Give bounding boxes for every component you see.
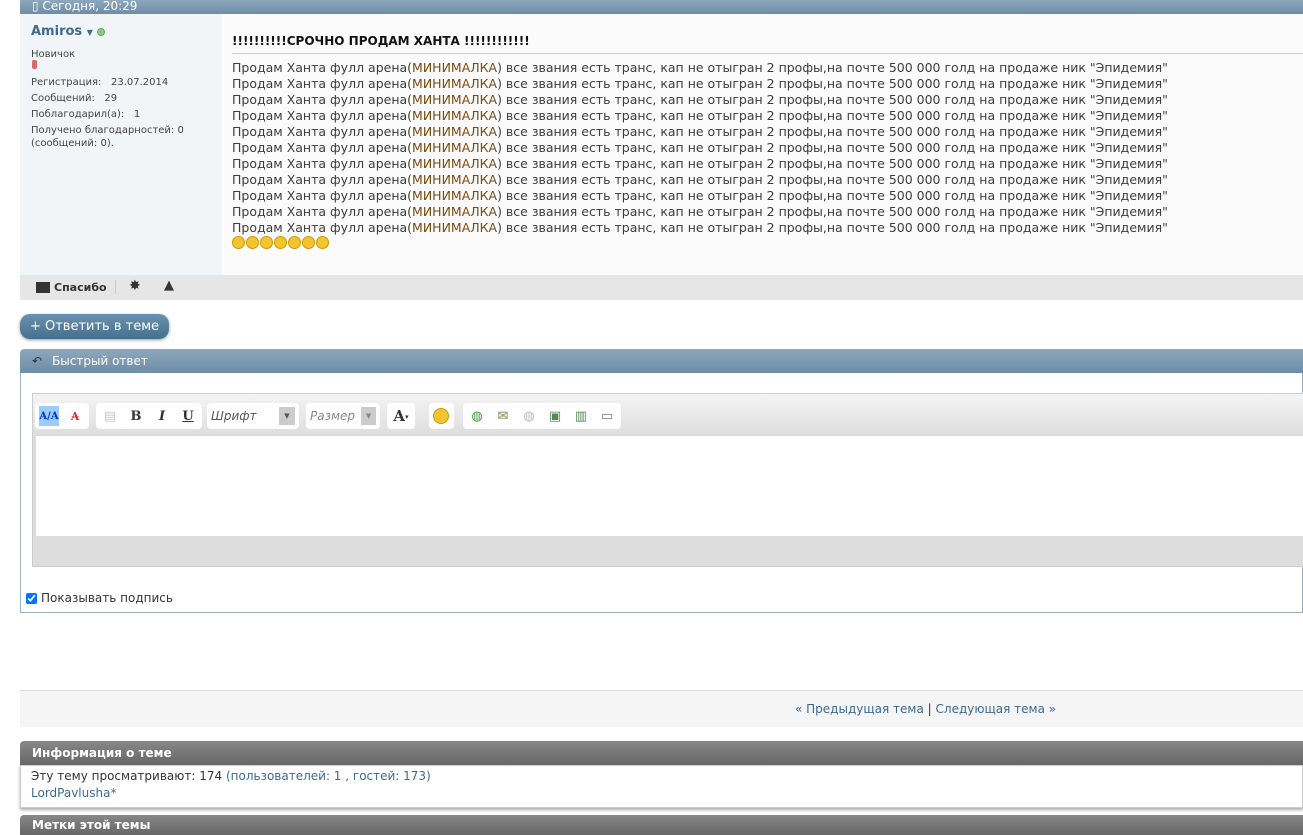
email-icon[interactable]: ✉ bbox=[493, 406, 513, 426]
post-line: Продам Ханта фулл арена(МИНИМАЛКА) все з… bbox=[232, 60, 1168, 75]
post-body: !!!!!!!!!!СРОЧНО ПРОДАМ ХАНТА !!!!!!!!!!… bbox=[222, 14, 1303, 275]
viewers-detail: (пользователей: 1 , гостей: 173) bbox=[225, 769, 431, 783]
post-line: Продам Ханта фулл арена(МИНИМАЛКА) все з… bbox=[232, 156, 1168, 171]
post-line: Продам Ханта фулл арена(МИНИМАЛКА) все з… bbox=[232, 220, 1168, 235]
received-thanks: Получено благодарностей: 0 bbox=[31, 125, 184, 136]
reg-value: 23.07.2014 bbox=[110, 77, 169, 88]
post-line: Продам Ханта фулл арена(МИНИМАЛКА) все з… bbox=[232, 188, 1168, 203]
thanked-count: Поблагодарил(а): 1 bbox=[31, 109, 140, 120]
document-icon: ▯ bbox=[32, 0, 43, 13]
quote-icon[interactable]: ▭ bbox=[597, 406, 617, 426]
quick-reply-header: ↶ Быстрый ответ bbox=[20, 349, 1303, 373]
smiley-icon bbox=[232, 236, 245, 249]
underline-button[interactable]: U bbox=[178, 406, 198, 426]
post-line: Продам Ханта фулл арена(МИНИМАЛКА) все з… bbox=[232, 108, 1168, 123]
font-select[interactable]: Шрифт bbox=[211, 409, 257, 423]
smiley-row bbox=[232, 236, 1168, 253]
star-icon[interactable]: ✸ bbox=[129, 278, 141, 294]
remove-format-icon[interactable]: A̶ bbox=[65, 406, 85, 426]
received-thanks-posts: (сообщений: 0). bbox=[31, 138, 114, 149]
thanks-label: Спасибо bbox=[54, 281, 107, 294]
image-icon[interactable]: ▣ bbox=[545, 406, 565, 426]
chevron-down-icon[interactable]: ▼ bbox=[361, 407, 376, 425]
posts-value: 29 bbox=[104, 93, 118, 104]
chevron-down-icon[interactable]: ▼ bbox=[279, 407, 295, 425]
divider bbox=[115, 280, 116, 294]
viewer-user-link[interactable]: LordPavlusha* bbox=[21, 786, 1302, 800]
post-text: Продам Ханта фулл арена(МИНИМАЛКА) все з… bbox=[232, 60, 1168, 253]
user-rank: Новичок bbox=[31, 49, 76, 60]
smiley-icon[interactable] bbox=[433, 408, 449, 424]
smiley-icon bbox=[246, 236, 259, 249]
thanked-value: 1 bbox=[133, 109, 141, 120]
post-footer: Спасибо ✸ ▲ bbox=[20, 275, 1303, 300]
post-line: Продам Ханта фулл арена(МИНИМАЛКА) все з… bbox=[232, 124, 1168, 139]
posts-label: Сообщений: bbox=[31, 93, 95, 104]
dropdown-icon[interactable]: ▼ bbox=[87, 28, 93, 37]
italic-button[interactable]: I bbox=[152, 406, 172, 426]
viewers-label: Эту тему просматривают: bbox=[31, 769, 196, 783]
username-link[interactable]: Amiros bbox=[31, 24, 82, 39]
video-icon[interactable]: ▥ bbox=[571, 406, 591, 426]
unlink-icon[interactable]: ◍ bbox=[519, 406, 539, 426]
show-signature-label: Показывать подпись bbox=[41, 591, 173, 605]
post-count: Сообщений: 29 bbox=[31, 93, 117, 104]
switch-mode-icon[interactable]: A/A bbox=[39, 406, 59, 426]
smiley-icon bbox=[274, 236, 287, 249]
size-select[interactable]: Размер bbox=[310, 409, 355, 423]
editor: A/A A̶ ▤ B I U Шрифт ▼ Размер ▼ A ▾ ◍ ✉ ◍ ▣ ▥ ▭ bbox=[32, 393, 1303, 567]
prev-topic-link[interactable]: « Предыдущая тема bbox=[795, 702, 924, 716]
smiley-icon bbox=[288, 236, 301, 249]
quick-reply-box: A/A A̶ ▤ B I U Шрифт ▼ Размер ▼ A ▾ ◍ ✉ ◍ ▣ ▥ ▭ Пока… bbox=[20, 373, 1303, 613]
viewers-count: 174 bbox=[199, 769, 223, 783]
topic-tags-header: Метки этой темы bbox=[20, 815, 1303, 835]
bold-button[interactable]: B bbox=[126, 406, 146, 426]
reg-label: Регистрация: bbox=[31, 77, 102, 88]
reputation-bar bbox=[32, 60, 37, 69]
post-date: Сегодня, 20:29 bbox=[42, 0, 138, 13]
editor-toolbar: A/A A̶ ▤ B I U Шрифт ▼ Размер ▼ A ▾ ◍ ✉ ◍ ▣ ▥ ▭ bbox=[33, 394, 1303, 436]
warning-icon[interactable]: ▲ bbox=[164, 278, 174, 293]
reg-date: Регистрация: 23.07.2014 bbox=[31, 77, 168, 88]
post-line: Продам Ханта фулл арена(МИНИМАЛКА) все з… bbox=[232, 92, 1168, 107]
topic-info-body: Эту тему просматривают: 174 (пользовател… bbox=[20, 765, 1303, 808]
reply-button[interactable]: + Ответить в теме bbox=[20, 314, 169, 339]
checkbox[interactable] bbox=[26, 592, 37, 604]
post-line: Продам Ханта фулл арена(МИНИМАЛКА) все з… bbox=[232, 140, 1168, 155]
show-signature-checkbox[interactable]: Показывать подпись bbox=[26, 591, 173, 605]
smiley-icon bbox=[260, 236, 273, 249]
thumbs-up-icon bbox=[36, 282, 50, 293]
reply-arrow-icon: ↶ bbox=[32, 354, 43, 368]
next-topic-link[interactable]: Следующая тема » bbox=[936, 702, 1057, 716]
message-textarea[interactable] bbox=[36, 436, 1303, 536]
paste-icon[interactable]: ▤ bbox=[100, 406, 120, 426]
online-status-icon bbox=[96, 27, 105, 36]
thanks-button[interactable]: Спасибо bbox=[36, 281, 107, 294]
post-line: Продам Ханта фулл арена(МИНИМАЛКА) все з… bbox=[232, 172, 1168, 187]
link-icon[interactable]: ◍ bbox=[467, 406, 487, 426]
topic-info-header: Информация о теме bbox=[20, 741, 1303, 765]
smiley-icon bbox=[302, 236, 315, 249]
post-title: !!!!!!!!!!СРОЧНО ПРОДАМ ХАНТА !!!!!!!!!!… bbox=[232, 34, 1303, 54]
text-color-button[interactable]: A ▾ bbox=[391, 406, 411, 426]
topic-navigation: « Предыдущая тема | Следующая тема » bbox=[20, 690, 1303, 727]
quick-reply-title: Быстрый ответ bbox=[52, 354, 148, 368]
post-header: ▯ Сегодня, 20:29 bbox=[20, 0, 1303, 14]
user-info: Amiros ▼ Новичок Регистрация: 23.07.2014… bbox=[20, 14, 223, 275]
viewers-line: Эту тему просматривают: 174 (пользовател… bbox=[21, 766, 1302, 786]
thanked-label: Поблагодарил(а): bbox=[31, 109, 125, 120]
smiley-icon bbox=[316, 236, 329, 249]
post-line: Продам Ханта фулл арена(МИНИМАЛКА) все з… bbox=[232, 204, 1168, 219]
username[interactable]: Amiros ▼ bbox=[31, 24, 105, 39]
separator: | bbox=[927, 702, 932, 716]
post-line: Продам Ханта фулл арена(МИНИМАЛКА) все з… bbox=[232, 76, 1168, 91]
